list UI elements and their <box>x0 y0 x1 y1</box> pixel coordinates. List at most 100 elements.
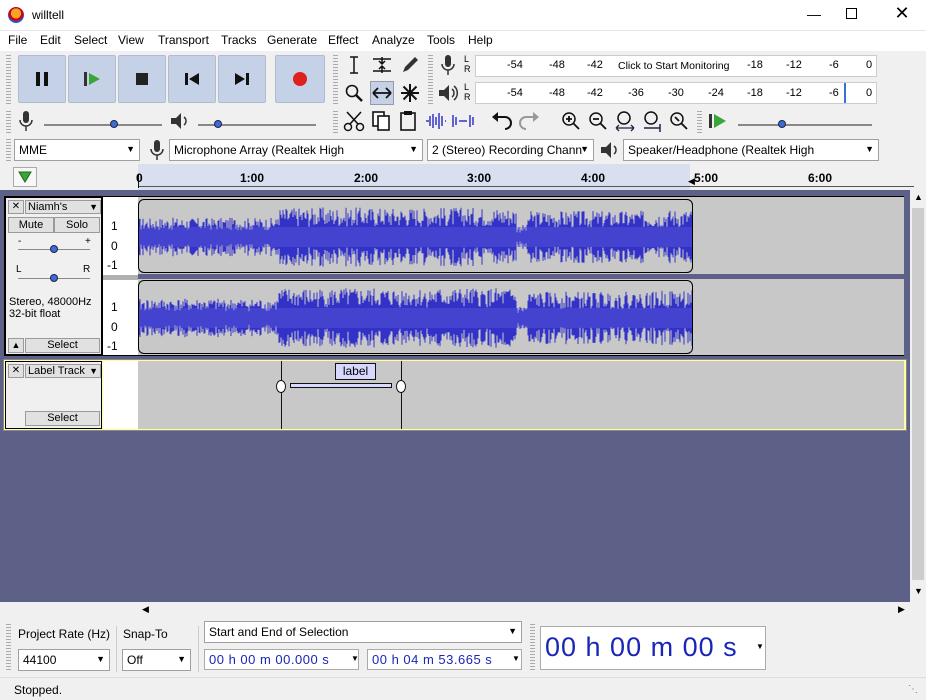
chevron-down-icon[interactable]: ▼ <box>512 654 520 663</box>
audio-host-select[interactable]: MME ▼ <box>14 139 140 161</box>
selection-tool-icon[interactable] <box>342 53 366 77</box>
waveform-left-channel[interactable] <box>138 199 693 273</box>
envelope-tool-icon[interactable] <box>370 53 394 77</box>
zoom-out-icon[interactable] <box>586 109 610 133</box>
scroll-right-icon[interactable]: ▶ <box>898 604 905 615</box>
project-rate-select[interactable]: 44100 ▼ <box>18 649 110 671</box>
timeshift-tool-icon[interactable] <box>370 81 394 105</box>
toolbar-grip[interactable] <box>6 624 11 672</box>
amplitude-scale[interactable]: 1 0 -1 1 0 -1 <box>103 197 138 355</box>
cut-icon[interactable] <box>342 109 366 133</box>
menu-transport[interactable]: Transport <box>158 33 209 47</box>
menu-file[interactable]: File <box>8 33 27 47</box>
play-speed-slider[interactable] <box>738 124 872 126</box>
zoom-tool-icon[interactable] <box>342 81 366 105</box>
chevron-down-icon[interactable]: ▼ <box>756 642 764 651</box>
recording-device-select[interactable]: Microphone Array (Realtek High ▼ <box>169 139 423 161</box>
silence-audio-icon[interactable] <box>451 109 475 133</box>
recording-channels-select[interactable]: 2 (Stereo) Recording Chann ▼ <box>427 139 594 161</box>
selection-end-time[interactable]: 00 h 04 m 53.665 s <box>367 649 522 670</box>
toolbar-grip[interactable] <box>6 111 11 133</box>
zoom-in-icon[interactable] <box>559 109 583 133</box>
scroll-down-icon[interactable]: ▼ <box>914 586 923 596</box>
pin-playhead-button[interactable] <box>13 167 37 187</box>
toolbar-grip[interactable] <box>333 55 338 105</box>
fit-project-icon[interactable] <box>640 109 664 133</box>
audio-position-time[interactable]: 00 h 00 m 00 s <box>540 626 766 670</box>
snap-to-select[interactable]: Off ▼ <box>122 649 191 671</box>
minimize-button[interactable]: — <box>800 6 828 26</box>
redo-icon[interactable] <box>517 109 541 133</box>
paste-icon[interactable] <box>396 109 420 133</box>
playback-meter-speaker-icon[interactable] <box>436 81 460 105</box>
chevron-down-icon[interactable]: ▼ <box>351 654 359 663</box>
record-meter-mic-icon[interactable] <box>436 53 460 77</box>
toolbar-grip[interactable] <box>6 139 11 161</box>
recording-volume-slider[interactable] <box>44 124 162 126</box>
vertical-scrollbar[interactable]: ▲ ▼ <box>910 190 926 602</box>
label-span-bar[interactable] <box>290 383 392 388</box>
label-left-handle[interactable] <box>276 380 286 393</box>
label-right-handle[interactable] <box>396 380 406 393</box>
recording-volume-knob[interactable] <box>110 120 118 128</box>
vertical-scroll-thumb[interactable] <box>912 208 924 580</box>
close-window-button[interactable]: ✕ <box>892 3 912 23</box>
record-button[interactable] <box>275 55 325 103</box>
playback-volume-knob[interactable] <box>214 120 222 128</box>
scroll-up-icon[interactable]: ▲ <box>914 192 923 202</box>
toolbar-grip[interactable] <box>333 111 338 133</box>
toolbar-grip[interactable] <box>6 55 11 105</box>
menu-effect[interactable]: Effect <box>328 33 358 47</box>
gain-knob[interactable] <box>50 245 58 253</box>
timeline-ruler[interactable]: 0 1:00 2:00 3:00 4:00 5:00 6:00 ◀ <box>0 164 926 190</box>
trim-audio-icon[interactable] <box>424 109 448 133</box>
track-area[interactable]: ✕ Niamh's ▼ Mute Solo - + L R Stereo, 480… <box>0 190 910 602</box>
solo-button[interactable]: Solo <box>54 217 100 233</box>
selection-mode-select[interactable]: Start and End of Selection ▼ <box>204 621 522 643</box>
start-monitoring-label[interactable]: Click to Start Monitoring <box>618 60 729 72</box>
menu-help[interactable]: Help <box>468 33 493 47</box>
menu-tools[interactable]: Tools <box>427 33 455 47</box>
undo-icon[interactable] <box>490 109 514 133</box>
pause-button[interactable] <box>18 55 66 103</box>
menu-generate[interactable]: Generate <box>267 33 317 47</box>
mute-button[interactable]: Mute <box>8 217 54 233</box>
multi-tool-icon[interactable] <box>398 81 422 105</box>
stop-button[interactable] <box>118 55 166 103</box>
play-button[interactable] <box>68 55 116 103</box>
horizontal-scrollbar[interactable]: ◀ ▶ <box>138 602 910 618</box>
copy-icon[interactable] <box>369 109 393 133</box>
selection-start-time[interactable]: 00 h 00 m 00.000 s <box>204 649 359 670</box>
playback-device-select[interactable]: Speaker/Headphone (Realtek High ▼ <box>623 139 879 161</box>
skip-to-end-button[interactable] <box>218 55 266 103</box>
menu-analyze[interactable]: Analyze <box>372 33 415 47</box>
label-text[interactable]: label <box>335 363 376 380</box>
label-track-name-menu[interactable]: Label Track ▼ <box>25 364 101 378</box>
pan-knob[interactable] <box>50 274 58 282</box>
toolbar-grip[interactable] <box>697 111 702 133</box>
scroll-left-icon[interactable]: ◀ <box>142 604 149 615</box>
toolbar-grip[interactable] <box>530 624 535 672</box>
menu-select[interactable]: Select <box>74 33 107 47</box>
toolbar-grip[interactable] <box>428 55 433 105</box>
resize-grip-icon[interactable]: ⋱ <box>908 684 918 695</box>
menu-tracks[interactable]: Tracks <box>221 33 257 47</box>
waveform-right-channel[interactable] <box>138 280 693 354</box>
select-label-track-button[interactable]: Select <box>25 411 100 426</box>
selection-end-marker[interactable]: ◀ <box>688 176 695 187</box>
play-speed-knob[interactable] <box>778 120 786 128</box>
select-track-button[interactable]: Select <box>25 338 100 353</box>
fit-selection-icon[interactable] <box>613 109 637 133</box>
menu-view[interactable]: View <box>118 33 144 47</box>
zoom-toggle-icon[interactable] <box>667 109 691 133</box>
collapse-track-icon[interactable]: ▲ <box>8 338 24 353</box>
label-track-body[interactable] <box>138 361 904 429</box>
track-name-menu[interactable]: Niamh's ▼ <box>25 200 101 214</box>
skip-to-start-button[interactable] <box>168 55 216 103</box>
maximize-button[interactable] <box>846 8 857 19</box>
draw-tool-icon[interactable] <box>398 53 422 77</box>
menu-edit[interactable]: Edit <box>40 33 61 47</box>
close-track-icon[interactable]: ✕ <box>8 200 24 214</box>
play-at-speed-icon[interactable] <box>706 109 730 133</box>
close-label-track-icon[interactable]: ✕ <box>8 364 24 378</box>
